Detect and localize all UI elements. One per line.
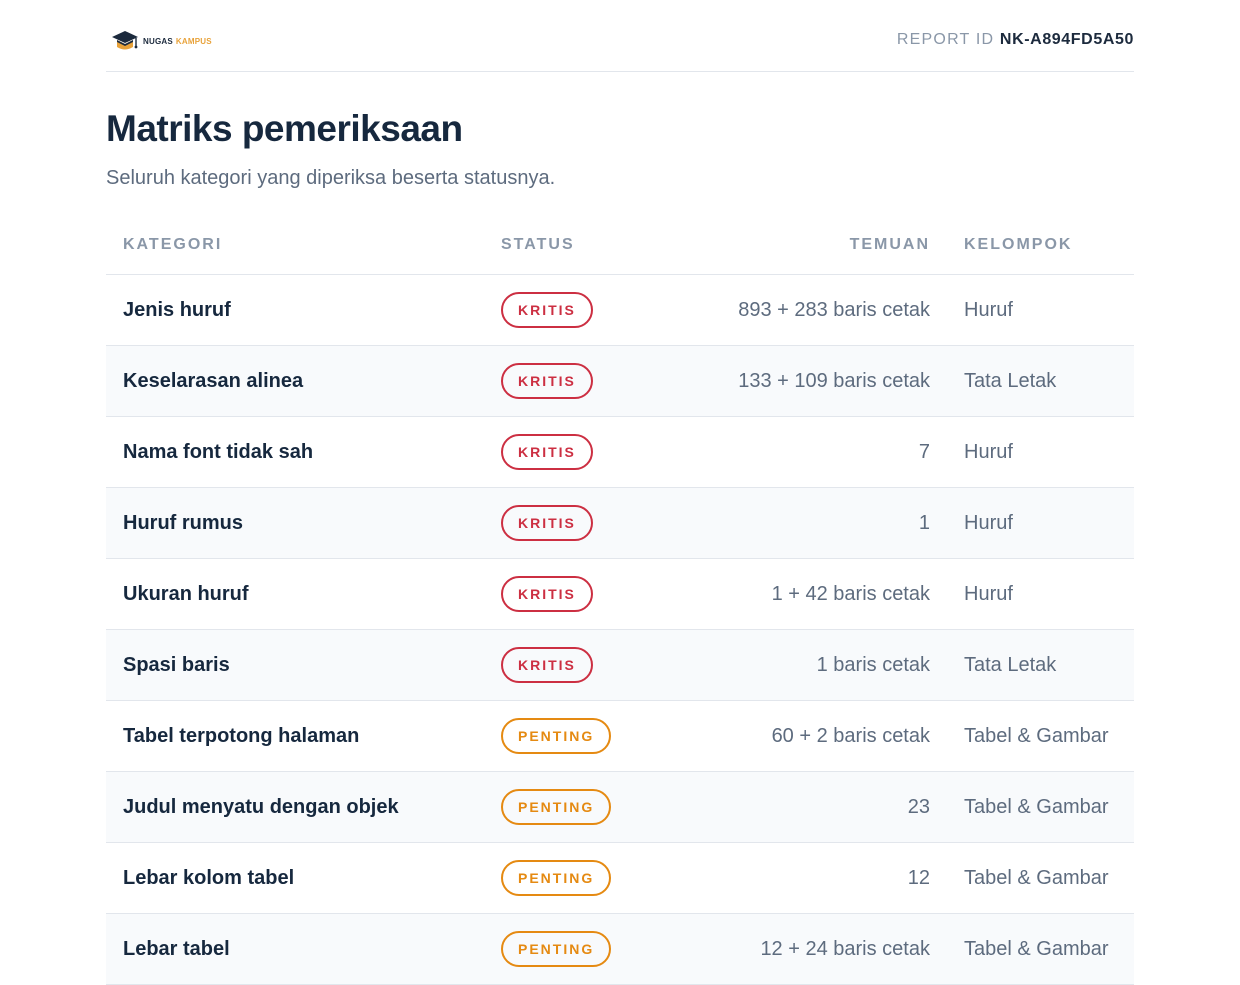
status-badge: KRITIS xyxy=(501,434,593,470)
status-badge: KRITIS xyxy=(501,292,593,328)
status-cell: PENTING xyxy=(501,843,612,913)
report-id: REPORT ID NK-A894FD5A50 xyxy=(897,31,1134,49)
brand-logo: NUGAS KAMPUS xyxy=(110,28,212,54)
temuan-cell: 12 xyxy=(907,866,930,889)
kategori-cell: Keselarasan alinea xyxy=(123,369,304,392)
table-row: Nama font tidak sah KRITIS 7 Huruf xyxy=(106,417,1134,488)
kelompok-cell: Tata Letak xyxy=(964,369,1057,392)
status-cell: KRITIS xyxy=(501,275,593,345)
column-header-kelompok: KELOMPOK xyxy=(964,236,1073,253)
report-id-label: REPORT ID xyxy=(896,31,995,48)
status-cell: PENTING xyxy=(501,772,612,842)
kategori-cell: Tabel terpotong halaman xyxy=(123,724,360,747)
table-row: Huruf rumus KRITIS 1 Huruf xyxy=(106,488,1134,559)
column-header-status: STATUS xyxy=(501,236,575,253)
table-row: Ukuran huruf KRITIS 1 + 42 baris cetak Huru… xyxy=(106,559,1134,630)
status-badge: PENTING xyxy=(501,718,612,754)
status-badge: KRITIS xyxy=(501,363,593,399)
temuan-cell: 1 xyxy=(918,511,930,534)
status-cell: KRITIS xyxy=(501,630,593,700)
status-badge: PENTING xyxy=(501,931,612,967)
page-title: Matriks pemeriksaan xyxy=(106,108,463,149)
status-cell: KRITIS xyxy=(501,417,593,487)
kategori-cell: Judul menyatu dengan objek xyxy=(123,795,399,818)
status-cell: KRITIS xyxy=(501,346,593,416)
temuan-cell: 12 + 24 baris cetak xyxy=(760,937,930,960)
kelompok-cell: Huruf xyxy=(964,582,1013,605)
kategori-cell: Lebar tabel xyxy=(123,937,230,960)
logo-accent: KAMPUS xyxy=(175,36,212,46)
kategori-cell: Lebar kolom tabel xyxy=(123,866,295,889)
status-cell: PENTING xyxy=(501,914,612,984)
column-header-kategori: KATEGORI xyxy=(123,236,223,253)
report-page: NUGAS KAMPUS REPORT ID NK-A894FD5A50 Matr… xyxy=(106,0,1134,985)
status-badge: PENTING xyxy=(501,789,612,825)
temuan-cell: 7 xyxy=(918,440,930,463)
logo-wordmark: NUGAS KAMPUS xyxy=(143,37,212,46)
temuan-cell: 1 + 42 baris cetak xyxy=(771,582,930,605)
status-badge: KRITIS xyxy=(501,576,593,612)
status-badge: KRITIS xyxy=(501,647,593,683)
table-row: Spasi baris KRITIS 1 baris cetak Tata Letak xyxy=(106,630,1134,701)
temuan-cell: 893 + 283 baris cetak xyxy=(738,298,930,321)
table-header: KATEGORI STATUS TEMUAN KELOMPOK xyxy=(106,214,1134,275)
status-badge: KRITIS xyxy=(501,505,593,541)
kelompok-cell: Tabel & Gambar xyxy=(964,937,1109,960)
status-badge: PENTING xyxy=(501,860,612,896)
graduation-cap-icon xyxy=(112,31,138,50)
table-row: Keselarasan alinea KRITIS 133 + 109 baris … xyxy=(106,346,1134,417)
kategori-cell: Ukuran huruf xyxy=(123,582,249,605)
temuan-cell: 133 + 109 baris cetak xyxy=(738,369,930,392)
table-body: Jenis huruf KRITIS 893 + 283 baris cetak Hu… xyxy=(106,275,1134,985)
table-row: Judul menyatu dengan objek PENTING 23 Tabel… xyxy=(106,772,1134,843)
status-cell: KRITIS xyxy=(501,559,593,629)
kategori-cell: Huruf rumus xyxy=(123,511,243,534)
logo-name: NUGAS xyxy=(143,36,173,46)
status-cell: PENTING xyxy=(501,701,612,771)
check-matrix-table: KATEGORI STATUS TEMUAN KELOMPOK Jenis hu… xyxy=(106,214,1134,985)
kelompok-cell: Huruf xyxy=(964,298,1013,321)
status-cell: KRITIS xyxy=(501,488,593,558)
table-row: Jenis huruf KRITIS 893 + 283 baris cetak Hu… xyxy=(106,275,1134,346)
temuan-cell: 60 + 2 baris cetak xyxy=(771,724,930,747)
kategori-cell: Spasi baris xyxy=(123,653,230,676)
table-row: Lebar kolom tabel PENTING 12 Tabel & Gambar xyxy=(106,843,1134,914)
column-header-temuan: TEMUAN xyxy=(849,236,930,253)
table-row: Tabel terpotong halaman PENTING 60 + 2 bar… xyxy=(106,701,1134,772)
report-id-value: NK-A894FD5A50 xyxy=(999,31,1134,48)
kelompok-cell: Tabel & Gambar xyxy=(964,866,1109,889)
kategori-cell: Nama font tidak sah xyxy=(123,440,314,463)
kelompok-cell: Tabel & Gambar xyxy=(964,795,1109,818)
kategori-cell: Jenis huruf xyxy=(123,298,231,321)
kelompok-cell: Tabel & Gambar xyxy=(964,724,1109,747)
report-header: NUGAS KAMPUS REPORT ID NK-A894FD5A50 xyxy=(106,0,1134,72)
page-subtitle: Seluruh kategori yang diperiksa beserta … xyxy=(106,167,556,189)
kelompok-cell: Huruf xyxy=(964,440,1013,463)
table-row: Lebar tabel PENTING 12 + 24 baris cetak Tab… xyxy=(106,914,1134,985)
kelompok-cell: Huruf xyxy=(964,511,1013,534)
temuan-cell: 1 baris cetak xyxy=(816,653,930,676)
kelompok-cell: Tata Letak xyxy=(964,653,1057,676)
temuan-cell: 23 xyxy=(907,795,930,818)
